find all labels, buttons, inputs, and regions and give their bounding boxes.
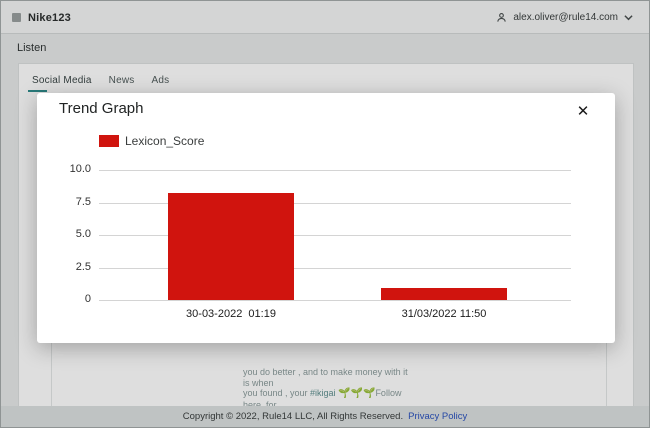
legend-label: Lexicon_Score <box>125 134 204 148</box>
chart-legend[interactable]: Lexicon_Score <box>99 134 204 148</box>
gridline <box>99 300 571 301</box>
y-tick-label: 5.0 <box>37 228 91 240</box>
y-tick-label: 0 <box>37 293 91 305</box>
x-axis-label: 31/03/2022 11:50 <box>402 308 487 320</box>
bar-30-03-2022 01:19[interactable] <box>168 193 294 300</box>
close-icon[interactable]: ✕ <box>573 102 593 122</box>
app-window: Nike123 alex.oliver@rule14.com Listen So… <box>0 0 650 428</box>
y-tick-label: 7.5 <box>37 196 91 208</box>
modal-title: Trend Graph <box>59 100 144 117</box>
gridline <box>99 170 571 171</box>
bar-chart-plot-area <box>99 170 571 300</box>
y-tick-label: 10.0 <box>37 163 91 175</box>
trend-graph-modal: Trend Graph ✕ Lexicon_Score 10.0 7.5 5.0 2.… <box>37 93 615 343</box>
bar-31/03/2022 11:50[interactable] <box>381 288 507 300</box>
legend-swatch <box>99 135 119 147</box>
y-tick-label: 2.5 <box>37 261 91 273</box>
x-axis-label: 30-03-2022 01:19 <box>186 308 276 320</box>
